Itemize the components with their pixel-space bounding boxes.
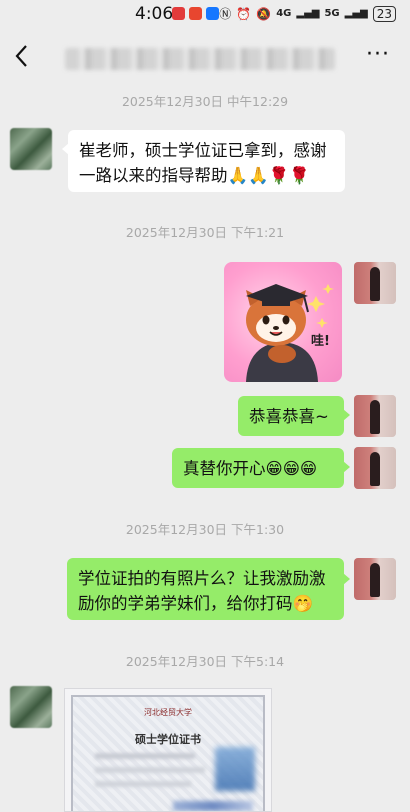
bubble-tail <box>343 573 350 585</box>
message-text: 学位证拍的有照片么？让我激励激 <box>78 569 326 588</box>
network-label: 4G <box>276 8 292 19</box>
app-notification-icon <box>189 7 202 20</box>
message-timestamp: 2025年12月30日 中午12:29 <box>121 94 289 109</box>
network-label-2: 5G <box>324 8 340 19</box>
chat-title-redacted <box>65 48 335 70</box>
contact-avatar[interactable] <box>10 128 52 170</box>
chat-header: ··· <box>0 32 410 84</box>
mute-icon: 🔕 <box>256 6 272 21</box>
system-icons: Ⓝ ⏰ 🔕 4G ▂▄▆ 5G ▂▄▆ 23 <box>219 5 396 22</box>
sticker-message[interactable]: 哇! <box>224 262 342 382</box>
certificate-image[interactable]: 河北经贸大学 硕士学位证书 <box>64 688 272 812</box>
signal-icon: ▂▄▆ <box>344 8 368 19</box>
redacted-text <box>95 753 195 759</box>
status-time: 4:06 <box>135 4 174 24</box>
contact-avatar[interactable] <box>10 686 52 728</box>
redacted-text <box>95 767 205 773</box>
message-text: 崔老师，硕士学位证已拿到，感谢 <box>79 141 327 160</box>
received-message[interactable]: 崔老师，硕士学位证已拿到，感谢 一路以来的指导帮助🙏🙏🌹🌹 <box>68 130 345 192</box>
certificate-title: 硕士学位证书 <box>135 733 201 746</box>
bubble-tail <box>343 461 350 473</box>
message-timestamp: 2025年12月30日 下午1:21 <box>125 225 285 240</box>
message-timestamp: 2025年12月30日 下午5:14 <box>125 654 285 669</box>
message-text: 真替你开心😁😁😁 <box>183 459 318 478</box>
redacted-text <box>95 781 191 787</box>
sent-message[interactable]: 学位证拍的有照片么？让我激励激 励你的学弟学妹们，给你打码🤭 <box>67 558 344 620</box>
battery-indicator: 23 <box>372 5 396 22</box>
sent-message[interactable]: 恭喜恭喜~ <box>238 396 344 436</box>
app-notification-icon <box>206 7 219 20</box>
signal-icon: ▂▄▆ <box>296 8 320 19</box>
message-timestamp: 2025年12月30日 下午1:30 <box>125 522 285 537</box>
status-bar: 4:06 Ⓝ ⏰ 🔕 4G ▂▄▆ 5G ▂▄▆ 23 <box>0 0 410 28</box>
message-text: 励你的学弟学妹们，给你打码🤭 <box>78 594 314 613</box>
certificate-frame: 河北经贸大学 硕士学位证书 <box>71 695 265 811</box>
message-text: 恭喜恭喜~ <box>249 407 329 426</box>
red-panda-sticker-icon <box>246 284 334 382</box>
my-avatar[interactable] <box>354 262 396 304</box>
my-avatar[interactable] <box>354 395 396 437</box>
sent-message[interactable]: 真替你开心😁😁😁 <box>172 448 344 488</box>
more-options-button[interactable]: ··· <box>366 42 390 67</box>
nfc-icon: Ⓝ <box>219 7 232 21</box>
alarm-icon: ⏰ <box>236 6 252 21</box>
bubble-tail <box>343 409 350 421</box>
back-chevron-icon[interactable] <box>14 44 28 75</box>
redacted-photo <box>215 747 255 791</box>
my-avatar[interactable] <box>354 447 396 489</box>
notification-icons <box>172 7 219 20</box>
message-text: 一路以来的指导帮助🙏🙏🌹🌹 <box>79 166 310 185</box>
my-avatar[interactable] <box>354 558 396 600</box>
sticker-text: 哇! <box>311 334 330 349</box>
app-notification-icon <box>172 7 185 20</box>
chevron-left-icon <box>15 45 27 67</box>
university-name: 河北经贸大学 <box>144 708 192 717</box>
